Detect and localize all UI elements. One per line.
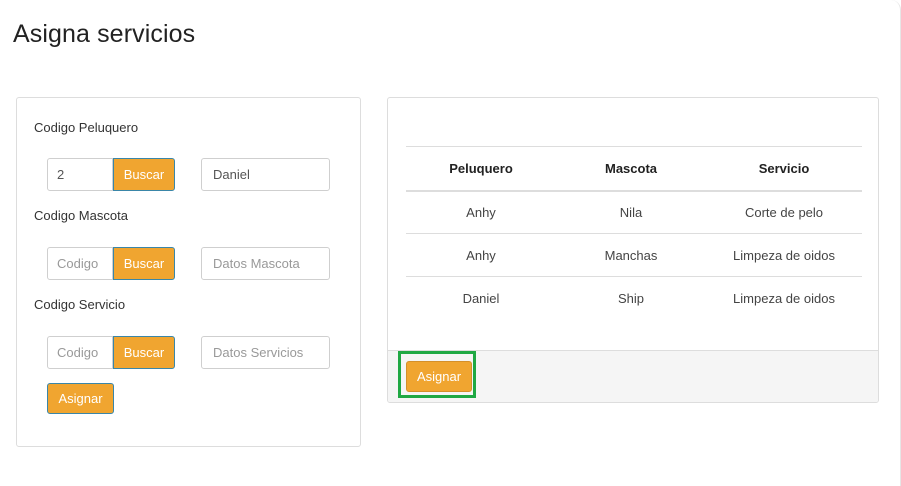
cell-mascota: Ship — [617, 290, 645, 306]
table-row: Anhy Manchas Limpeza de oidos — [406, 233, 862, 277]
servicio-code-label: Codigo Servicio — [34, 297, 126, 312]
cell-servicio: Limpeza de oidos — [706, 233, 862, 277]
buscar-peluquero-button[interactable]: Buscar — [113, 158, 175, 191]
cell-servicio: Limpeza de oidos — [733, 290, 835, 306]
table-row: Daniel Ship Limpeza de oidos — [406, 277, 862, 320]
peluquero-code-label: Codigo Peluquero — [34, 120, 139, 135]
column-header-mascota: Mascota — [556, 146, 706, 192]
assign-form-panel: Codigo Peluquero Buscar Codigo Mascota B… — [16, 97, 361, 447]
servicio-info-field[interactable] — [201, 336, 330, 369]
assignments-table: Peluquero Mascota Servicio Anhy Nila Cor… — [406, 146, 862, 320]
peluquero-info-field[interactable] — [201, 158, 330, 191]
buscar-mascota-button[interactable]: Buscar — [113, 247, 175, 280]
assignments-panel: Peluquero Mascota Servicio Anhy Nila Cor… — [387, 97, 879, 403]
page-title: Asigna servicios — [13, 20, 196, 48]
cell-peluquero: Daniel — [462, 290, 500, 306]
table-header-row: Peluquero Mascota Servicio — [406, 146, 862, 192]
cell-mascota: Nila — [556, 190, 706, 234]
cell-peluquero: Anhy — [406, 233, 556, 277]
mascota-info-field[interactable] — [201, 247, 330, 280]
cell-servicio: Corte de pelo — [706, 190, 862, 234]
mascota-code-label: Codigo Mascota — [34, 208, 128, 223]
servicio-code-input[interactable] — [47, 336, 113, 369]
peluquero-code-input[interactable] — [47, 158, 113, 191]
cell-mascota: Manchas — [556, 233, 706, 277]
table-row: Anhy Nila Corte de pelo — [406, 190, 862, 234]
mascota-code-input[interactable] — [47, 247, 113, 280]
column-header-peluquero: Peluquero — [406, 146, 556, 192]
panel-footer: Asignar — [388, 350, 878, 402]
cell-peluquero: Anhy — [406, 190, 556, 234]
column-header-servicio: Servicio — [706, 146, 862, 192]
footer-assign-button[interactable]: Asignar — [406, 361, 472, 392]
assign-button[interactable]: Asignar — [47, 383, 114, 414]
buscar-servicio-button[interactable]: Buscar — [113, 336, 175, 369]
